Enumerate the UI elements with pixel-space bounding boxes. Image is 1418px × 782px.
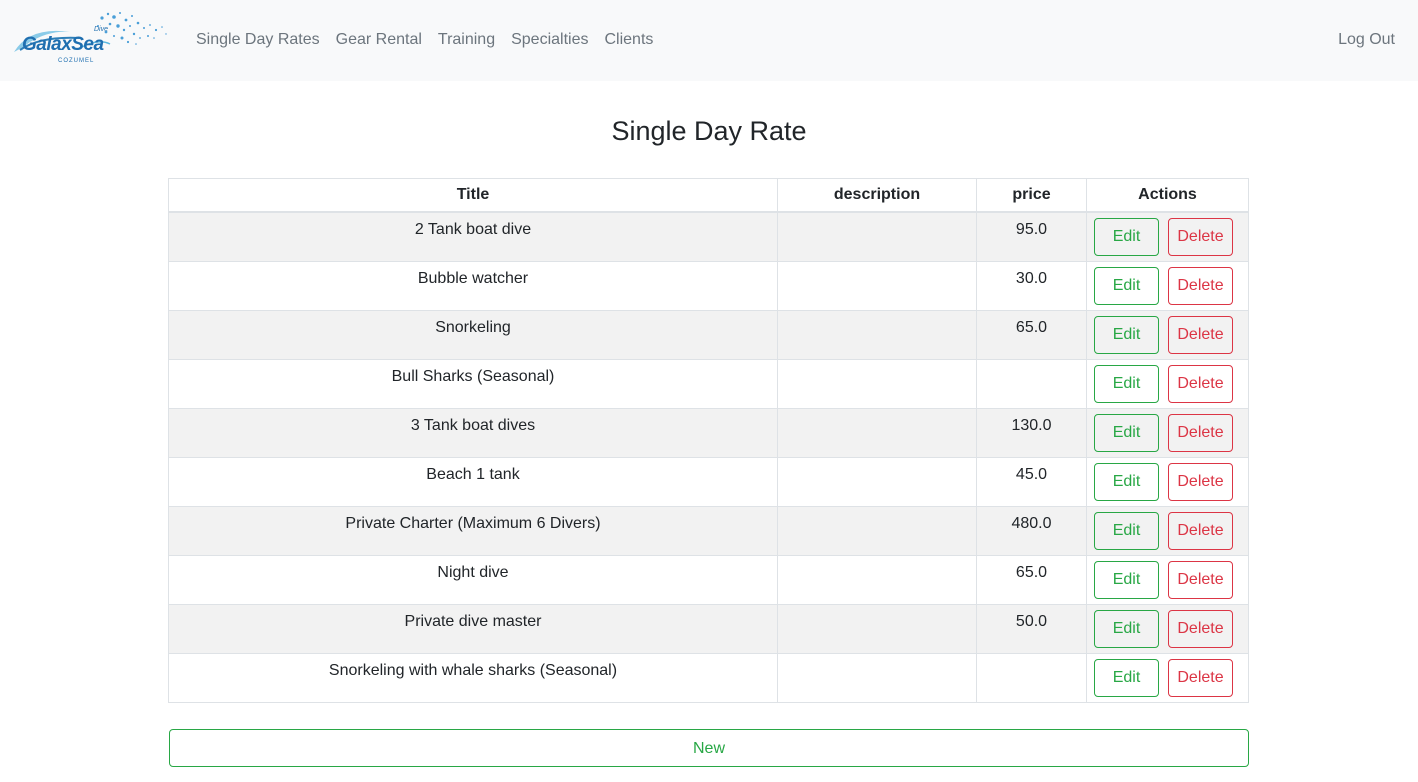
cell-actions: Edit Delete [1086, 407, 1249, 458]
delete-button[interactable]: Delete [1168, 315, 1233, 354]
cell-description [777, 309, 977, 360]
table-row: 3 Tank boat dives 130.0 Edit Delete [168, 407, 1249, 458]
cell-title: 3 Tank boat dives [168, 407, 778, 458]
header-price: price [976, 178, 1087, 213]
cell-title: Bubble watcher [168, 260, 778, 311]
table-row: 2 Tank boat dive 95.0 Edit Delete [168, 211, 1249, 262]
header-title: Title [168, 178, 778, 213]
cell-actions: Edit Delete [1086, 211, 1249, 262]
cell-actions: Edit Delete [1086, 260, 1249, 311]
edit-button[interactable]: Edit [1094, 462, 1159, 501]
table-header-row: Title description price Actions [168, 178, 1249, 213]
cell-price: 30.0 [976, 260, 1087, 311]
edit-button[interactable]: Edit [1094, 609, 1159, 648]
edit-button[interactable]: Edit [1094, 364, 1159, 403]
cell-title: Beach 1 tank [168, 456, 778, 507]
brand-name: GalaxSea [22, 34, 104, 55]
navbar: GalaxSea Dive COZUMEL Single Day Rates G… [0, 0, 1418, 81]
table-row: Bubble watcher 30.0 Edit Delete [168, 260, 1249, 311]
cell-price [976, 652, 1087, 703]
cell-actions: Edit Delete [1086, 652, 1249, 703]
delete-button[interactable]: Delete [1168, 218, 1233, 256]
delete-button[interactable]: Delete [1168, 658, 1233, 697]
cell-price [976, 358, 1087, 409]
cell-title: Snorkeling [168, 309, 778, 360]
edit-button[interactable]: Edit [1094, 413, 1159, 452]
cell-description [777, 554, 977, 605]
edit-button[interactable]: Edit [1094, 218, 1159, 256]
cell-description [777, 652, 977, 703]
cell-description [777, 260, 977, 311]
edit-button[interactable]: Edit [1094, 266, 1159, 305]
table-row: Snorkeling 65.0 Edit Delete [168, 309, 1249, 360]
header-description: description [777, 178, 977, 213]
nav-clients[interactable]: Clients [604, 29, 653, 51]
cell-title: Bull Sharks (Seasonal) [168, 358, 778, 409]
delete-button[interactable]: Delete [1168, 364, 1233, 403]
edit-button[interactable]: Edit [1094, 658, 1159, 697]
rates-table: Title description price Actions 2 Tank b… [168, 178, 1249, 703]
nav-gear-rental[interactable]: Gear Rental [336, 29, 422, 51]
table-row: Private Charter (Maximum 6 Divers) 480.0… [168, 505, 1249, 556]
cell-price: 50.0 [976, 603, 1087, 654]
delete-button[interactable]: Delete [1168, 413, 1233, 452]
cell-actions: Edit Delete [1086, 554, 1249, 605]
brand-logo[interactable]: GalaxSea Dive COZUMEL [10, 8, 170, 70]
cell-actions: Edit Delete [1086, 603, 1249, 654]
cell-title: Private Charter (Maximum 6 Divers) [168, 505, 778, 556]
header-actions: Actions [1086, 178, 1249, 213]
cell-description [777, 603, 977, 654]
delete-button[interactable]: Delete [1168, 609, 1233, 648]
cell-actions: Edit Delete [1086, 505, 1249, 556]
delete-button[interactable]: Delete [1168, 511, 1233, 550]
table-row: Bull Sharks (Seasonal) Edit Delete [168, 358, 1249, 409]
cell-price: 65.0 [976, 554, 1087, 605]
cell-description [777, 358, 977, 409]
cell-price: 65.0 [976, 309, 1087, 360]
edit-button[interactable]: Edit [1094, 560, 1159, 599]
cell-description [777, 211, 977, 262]
page-title: Single Day Rate [611, 116, 807, 146]
cell-title: Snorkeling with whale sharks (Seasonal) [168, 652, 778, 703]
nav-training[interactable]: Training [438, 29, 495, 51]
brand-subtitle: COZUMEL [58, 58, 95, 64]
nav-single-day-rates[interactable]: Single Day Rates [196, 29, 320, 51]
cell-actions: Edit Delete [1086, 358, 1249, 409]
cell-description [777, 407, 977, 458]
table-row: Private dive master 50.0 Edit Delete [168, 603, 1249, 654]
cell-price: 480.0 [976, 505, 1087, 556]
cell-description [777, 505, 977, 556]
cell-description [777, 456, 977, 507]
delete-button[interactable]: Delete [1168, 462, 1233, 501]
table-row: Snorkeling with whale sharks (Seasonal) … [168, 652, 1249, 703]
edit-button[interactable]: Edit [1094, 315, 1159, 354]
cell-title: Private dive master [168, 603, 778, 654]
cell-actions: Edit Delete [1086, 309, 1249, 360]
edit-button[interactable]: Edit [1094, 511, 1159, 550]
table-row: Night dive 65.0 Edit Delete [168, 554, 1249, 605]
logout-link[interactable]: Log Out [1338, 29, 1395, 51]
nav-specialties[interactable]: Specialties [511, 29, 588, 51]
cell-actions: Edit Delete [1086, 456, 1249, 507]
table-row: Beach 1 tank 45.0 Edit Delete [168, 456, 1249, 507]
cell-price: 45.0 [976, 456, 1087, 507]
delete-button[interactable]: Delete [1168, 266, 1233, 305]
brand-subtitle-top: Dive [94, 26, 109, 33]
cell-title: Night dive [168, 554, 778, 605]
cell-price: 95.0 [976, 211, 1087, 262]
nav-links: Single Day Rates Gear Rental Training Sp… [196, 29, 669, 51]
new-button[interactable]: New [169, 729, 1249, 767]
cell-title: 2 Tank boat dive [168, 211, 778, 262]
cell-price: 130.0 [976, 407, 1087, 458]
delete-button[interactable]: Delete [1168, 560, 1233, 599]
